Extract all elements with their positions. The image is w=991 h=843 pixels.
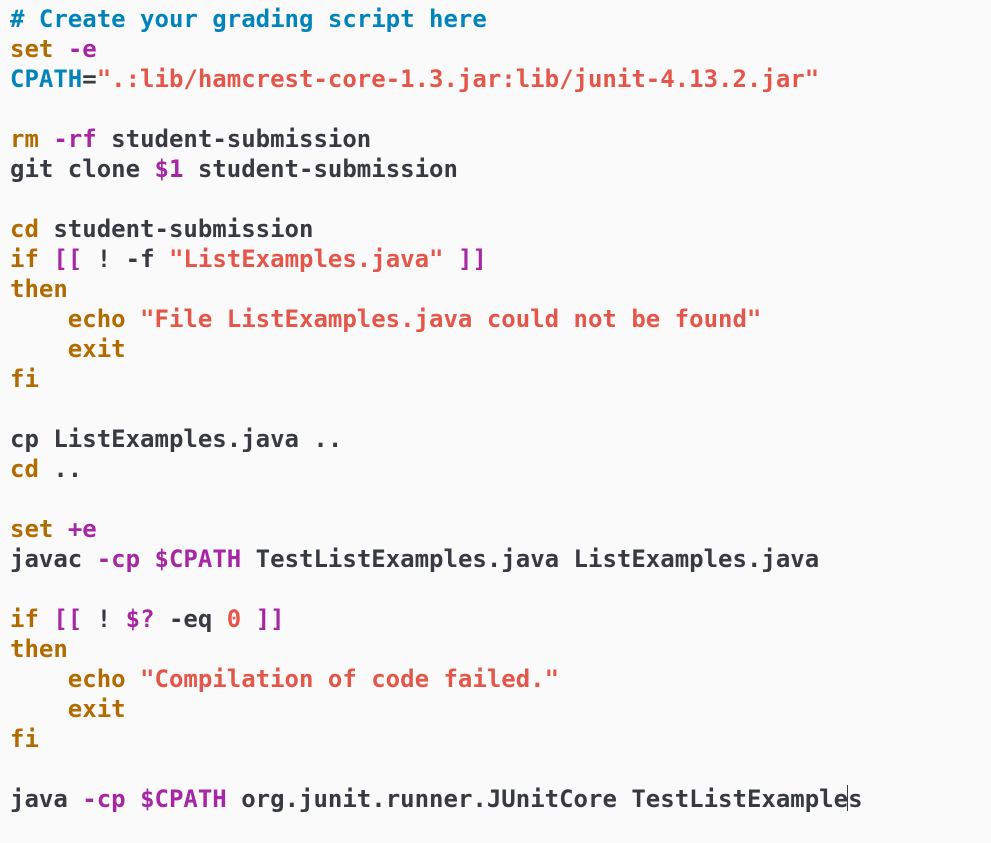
code-token-variable: $CPATH [154, 545, 242, 573]
code-token-option: -rf [53, 125, 97, 153]
code-editor[interactable]: # Create your grading script here set -e C… [0, 0, 991, 843]
code-token-option: ]] [255, 605, 285, 633]
code-line[interactable]: fi [10, 724, 991, 754]
code-token-option: -cp [82, 785, 126, 813]
code-token-default [53, 515, 67, 543]
code-line[interactable]: # Create your grading script here [10, 4, 991, 34]
code-token-option: -cp [96, 545, 141, 573]
code-line[interactable] [10, 574, 991, 604]
code-token-default: student-submission [183, 155, 458, 183]
code-line[interactable]: exit [10, 694, 991, 724]
code-token-variable: $? [125, 605, 155, 633]
code-line[interactable]: set -e [10, 34, 991, 64]
code-token-comment: # Create your grading script here [10, 5, 487, 33]
code-token-default [10, 695, 68, 723]
code-token-default: s [848, 785, 863, 813]
code-token-keyword: exit [67, 335, 126, 363]
code-token-keyword: rm [10, 125, 39, 153]
code-token-string: "File ListExamples.java could not be fou… [140, 305, 762, 333]
code-token-default: .. [38, 455, 83, 483]
code-token-keyword: then [10, 275, 68, 303]
code-token-option: -e [67, 35, 97, 63]
code-line[interactable]: if [[ ! $? -eq 0 ]] [10, 604, 991, 634]
code-line[interactable]: cp ListExamples.java .. [10, 424, 991, 454]
code-line[interactable] [10, 394, 991, 424]
code-line[interactable]: echo "File ListExamples.java could not b… [10, 304, 991, 334]
code-token-default: org.junit.runner.JUnitCore TestListExamp… [226, 785, 849, 813]
code-token-default [444, 245, 458, 273]
code-token-option: [[ [53, 605, 83, 633]
code-token-default [126, 785, 140, 813]
code-token-default [10, 665, 68, 693]
code-token-default: = [82, 65, 97, 93]
code-token-default: cp ListExamples.java .. [10, 425, 343, 453]
code-token-comment: CPATH [10, 65, 83, 93]
code-token-default [39, 605, 53, 633]
code-token-default: java [10, 785, 83, 813]
code-line[interactable] [10, 184, 991, 214]
code-token-default: git clone [10, 155, 155, 183]
code-token-variable: $CPATH [140, 785, 227, 813]
code-line[interactable]: rm -rf student-submission [10, 124, 991, 154]
code-token-string: "ListExamples.java" [168, 245, 444, 273]
code-token-keyword: cd [10, 455, 39, 483]
code-token-default: ! [82, 605, 126, 633]
code-line[interactable]: javac -cp $CPATH TestListExamples.java L… [10, 544, 991, 574]
code-token-default: TestListExamples.java ListExamples.java [241, 545, 820, 573]
code-line[interactable] [10, 94, 991, 124]
code-token-default [10, 335, 68, 363]
code-token-option: ]] [457, 245, 487, 273]
code-token-default: -eq [154, 605, 227, 633]
code-line[interactable]: java -cp $CPATH org.junit.runner.JUnitCo… [10, 784, 991, 814]
code-token-default: student-submission [38, 215, 314, 243]
code-token-keyword: cd [10, 215, 39, 243]
code-lines: # Create your grading script here set -e C… [10, 4, 991, 814]
code-token-keyword: echo [67, 305, 126, 333]
code-line[interactable] [10, 754, 991, 784]
code-line[interactable]: then [10, 634, 991, 664]
code-token-default [140, 545, 154, 573]
code-token-option: +e [67, 515, 97, 543]
code-token-option: [[ [53, 245, 83, 273]
code-token-keyword: fi [10, 725, 39, 753]
code-token-variable: $1 [154, 155, 184, 183]
code-token-number: 0 [226, 605, 242, 633]
code-token-keyword: if [10, 605, 39, 633]
code-line[interactable]: if [[ ! -f "ListExamples.java" ]] [10, 244, 991, 274]
code-token-default: ! -f [82, 245, 169, 273]
code-line[interactable] [10, 484, 991, 514]
end-of-buffer-line: ~ [10, 814, 991, 843]
code-line[interactable]: echo "Compilation of code failed." [10, 664, 991, 694]
code-line[interactable]: fi [10, 364, 991, 394]
code-token-default [10, 305, 68, 333]
code-line[interactable]: cd student-submission [10, 214, 991, 244]
code-line[interactable]: set +e [10, 514, 991, 544]
code-token-keyword: set [10, 35, 54, 63]
code-line[interactable]: exit [10, 334, 991, 364]
code-token-string: "Compilation of code failed." [140, 665, 560, 693]
code-token-keyword: exit [67, 695, 126, 723]
code-token-default [39, 125, 53, 153]
code-token-keyword: set [10, 515, 54, 543]
code-token-default [126, 665, 140, 693]
code-token-string: ".:lib/hamcrest-core-1.3.jar:lib/junit-4… [96, 65, 820, 93]
code-token-keyword: if [10, 245, 39, 273]
code-line[interactable]: git clone $1 student-submission [10, 154, 991, 184]
code-line[interactable]: CPATH=".:lib/hamcrest-core-1.3.jar:lib/j… [10, 64, 991, 94]
code-token-default: javac [10, 545, 97, 573]
code-token-default [126, 305, 140, 333]
code-token-keyword: fi [10, 365, 39, 393]
code-token-keyword: echo [67, 665, 126, 693]
code-line[interactable]: cd .. [10, 454, 991, 484]
code-token-default [241, 605, 255, 633]
code-token-keyword: then [10, 635, 68, 663]
code-line[interactable]: then [10, 274, 991, 304]
code-token-default: student-submission [96, 125, 372, 153]
code-token-default [39, 245, 53, 273]
code-token-default [53, 35, 67, 63]
